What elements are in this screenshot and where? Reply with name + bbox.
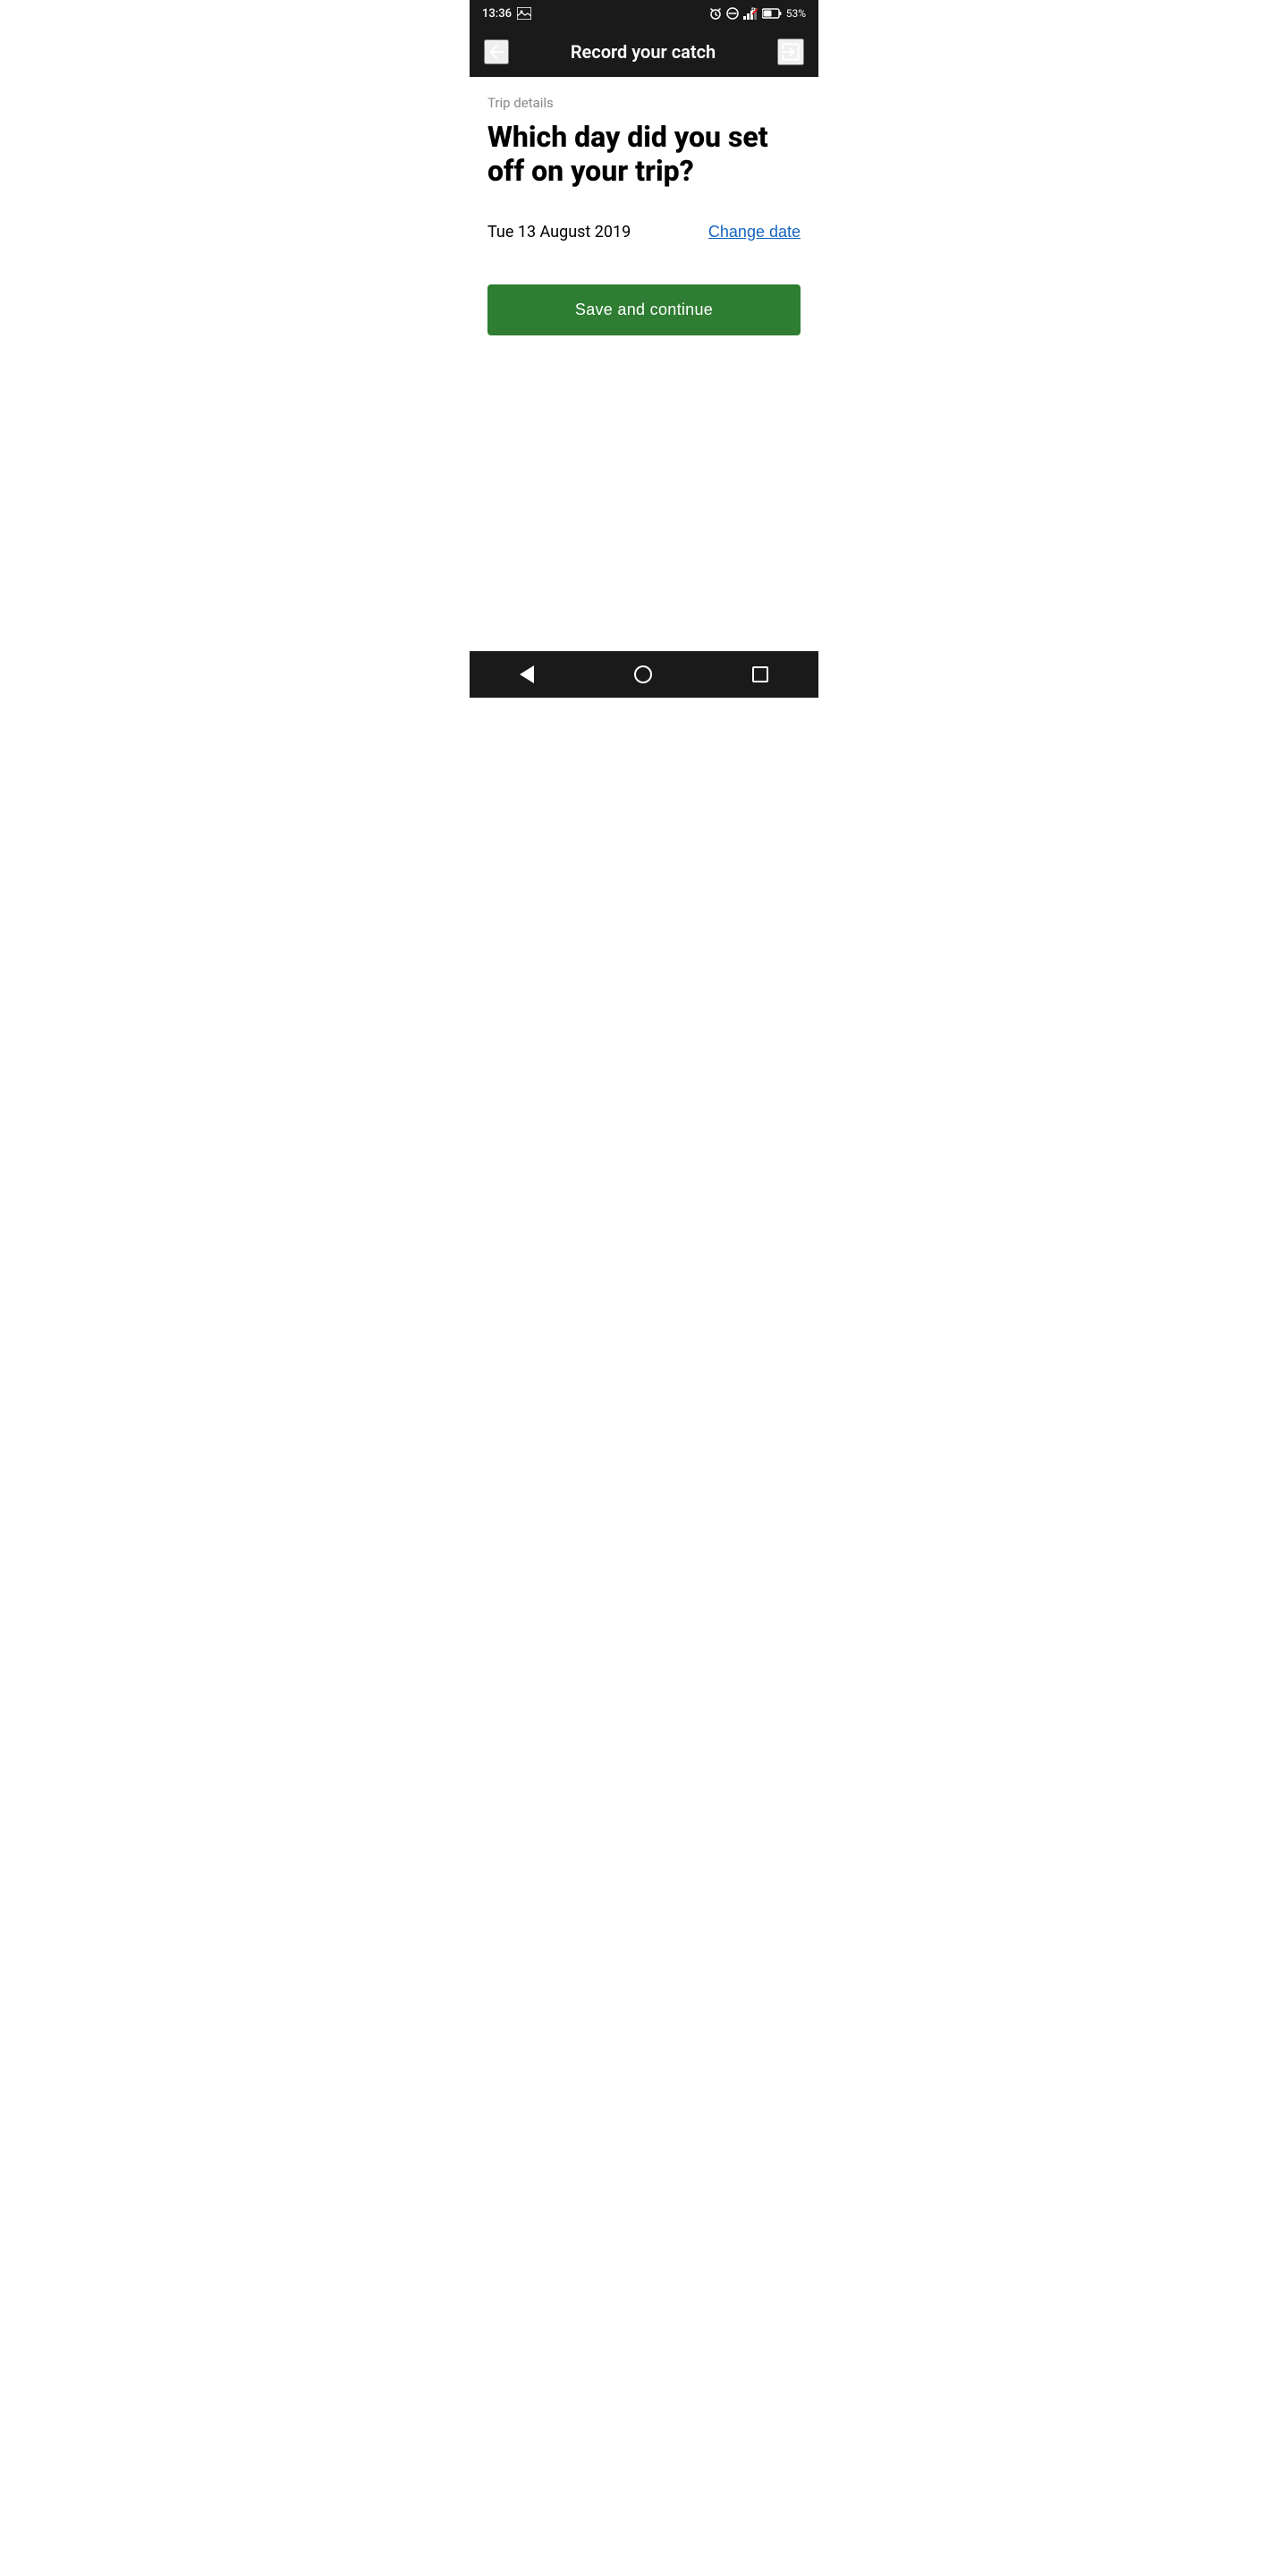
nav-back-icon <box>520 665 534 683</box>
nav-home-button[interactable] <box>616 657 670 692</box>
battery-percent: 53% <box>786 7 806 20</box>
block-icon <box>726 7 739 20</box>
save-continue-button[interactable]: Save and continue <box>487 284 801 335</box>
nav-bar <box>470 651 818 698</box>
app-bar-title: Record your catch <box>571 41 716 63</box>
battery-icon <box>762 8 782 19</box>
app-bar: Record your catch <box>470 27 818 77</box>
date-row: Tue 13 August 2019 Change date <box>487 216 801 249</box>
status-bar-right: R 53% <box>709 7 806 20</box>
signal-icon: R <box>743 7 758 20</box>
section-label: Trip details <box>487 95 801 111</box>
logout-button[interactable] <box>777 38 804 65</box>
nav-recent-button[interactable] <box>734 657 786 691</box>
selected-date: Tue 13 August 2019 <box>487 223 631 242</box>
back-button[interactable] <box>484 39 509 64</box>
nav-square-icon <box>752 666 768 682</box>
nav-back-button[interactable] <box>502 657 552 692</box>
change-date-button[interactable]: Change date <box>708 223 801 242</box>
main-content: Trip details Which day did you set off o… <box>470 77 818 502</box>
status-bar-left: 13:36 <box>482 7 531 21</box>
alarm-icon <box>709 7 722 20</box>
status-bar: 13:36 R 53% <box>470 0 818 27</box>
image-icon <box>517 7 531 20</box>
question-title: Which day did you set off on your trip? <box>487 120 801 189</box>
status-time: 13:36 <box>482 7 512 21</box>
nav-home-icon <box>634 665 652 683</box>
